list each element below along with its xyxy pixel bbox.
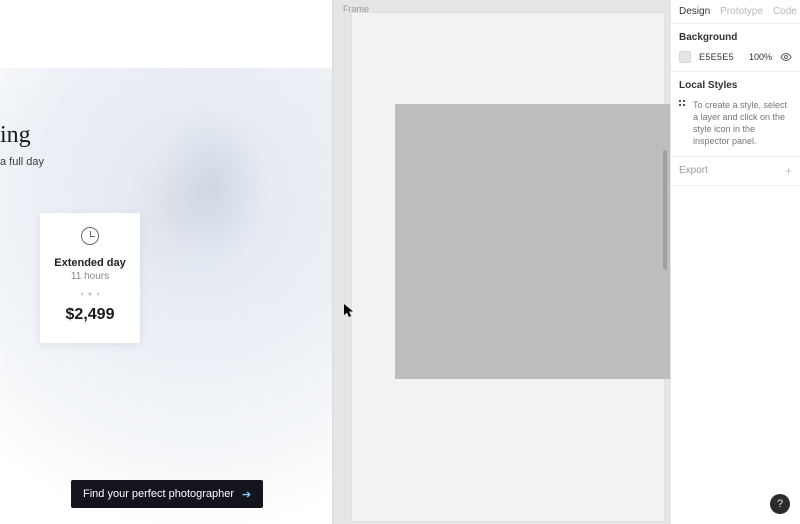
find-photographer-button[interactable]: Find your perfect photographer ➔ [71, 480, 263, 508]
arrow-right-icon: ➔ [242, 488, 251, 501]
background-section-title: Background [679, 32, 792, 43]
artboard-frame[interactable] [352, 13, 664, 521]
cta-label: Find your perfect photographer [83, 488, 234, 500]
local-styles-hint-text: To create a style, select a layer and cl… [693, 99, 792, 148]
placeholder-rectangle[interactable] [395, 104, 670, 379]
background-section: Background E5E5E5 100% [671, 24, 800, 72]
inspector-tabs: Design Prototype Code [671, 0, 800, 24]
plan-price: $2,499 [66, 306, 115, 324]
canvas-scrollbar[interactable] [663, 150, 667, 270]
card-divider-icon [79, 292, 101, 296]
export-label: Export [679, 165, 708, 176]
canvas[interactable]: Frame [333, 0, 670, 524]
plan-hours: 11 hours [71, 271, 109, 282]
add-export-button[interactable]: + [785, 165, 792, 177]
export-section: Export + [671, 157, 800, 186]
grid-dots-icon [679, 100, 687, 148]
pricing-card[interactable]: Extended day 11 hours $2,499 [40, 213, 140, 343]
background-opacity[interactable]: 100% [749, 52, 772, 62]
plan-name: Extended day [54, 257, 126, 269]
background-hex[interactable]: E5E5E5 [699, 52, 741, 62]
tab-design[interactable]: Design [679, 6, 710, 17]
clock-icon [81, 227, 99, 245]
page-title: ing [0, 122, 31, 149]
local-styles-hint: To create a style, select a layer and cl… [679, 99, 792, 148]
tab-prototype[interactable]: Prototype [720, 6, 763, 17]
help-button[interactable]: ? [770, 494, 790, 514]
tab-code[interactable]: Code [773, 6, 797, 17]
background-swatch[interactable] [679, 51, 691, 63]
visibility-toggle-icon[interactable] [780, 51, 792, 63]
background-row[interactable]: E5E5E5 100% [679, 51, 792, 63]
page-subtitle: a full day [0, 156, 44, 168]
local-styles-section: Local Styles To create a style, select a… [671, 72, 800, 157]
reference-page: ing a full day Extended day 11 hours $2,… [0, 0, 333, 524]
local-styles-title: Local Styles [679, 80, 792, 91]
inspector-panel: Design Prototype Code Background E5E5E5 … [670, 0, 800, 524]
